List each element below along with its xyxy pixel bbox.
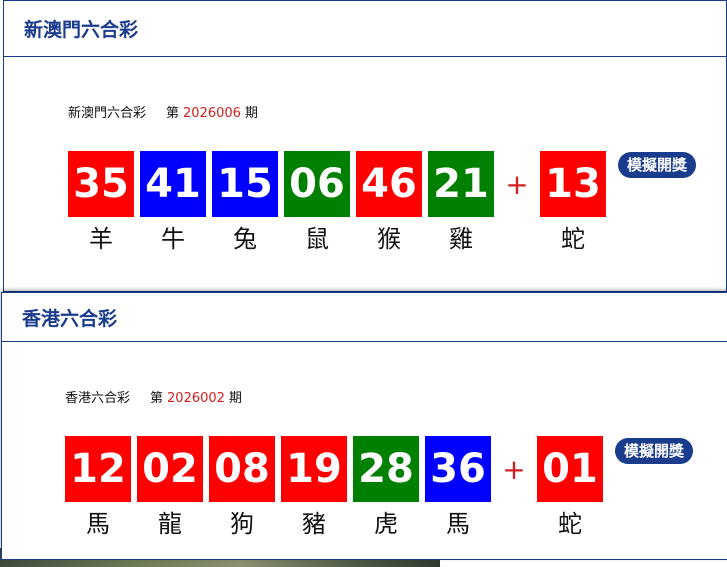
ball-number: 12	[65, 436, 131, 502]
ball-number: 19	[281, 436, 347, 502]
ball-number: 21	[428, 151, 494, 217]
simulate-draw-button[interactable]: 模擬開獎	[615, 438, 694, 464]
special-ball-number: 13	[540, 151, 606, 217]
issue-prefix: 第	[150, 391, 164, 406]
ball-number: 15	[212, 151, 278, 217]
ball-item: 36 馬	[425, 436, 491, 539]
ball-item: 12 馬	[65, 436, 131, 539]
issue-prefix: 第	[166, 106, 180, 121]
ball-item: 06 鼠	[284, 151, 350, 254]
panel-title: 香港六合彩	[22, 307, 118, 330]
ball-zodiac: 虎	[374, 510, 398, 538]
ball-number: 41	[140, 151, 206, 217]
ball-zodiac: 狗	[230, 510, 254, 538]
ball-zodiac: 雞	[449, 225, 473, 253]
ball-zodiac: 馬	[86, 510, 110, 538]
ball-number: 08	[209, 436, 275, 502]
macau-lottery-panel: 新澳門六合彩 新澳門六合彩 第 2026006 期 35 羊 41 牛 15 兔…	[3, 0, 727, 292]
special-ball-item: 01 蛇	[537, 436, 603, 539]
draw-info: 香港六合彩 第 2026002 期	[65, 387, 242, 406]
ball-number: 35	[68, 151, 134, 217]
panel-title: 新澳門六合彩	[24, 19, 139, 41]
ball-zodiac: 羊	[89, 225, 113, 253]
special-ball-item: 13 蛇	[540, 151, 606, 254]
draw-label: 香港六合彩	[65, 391, 131, 406]
plus-sign: +	[505, 167, 529, 201]
issue-suffix: 期	[244, 106, 258, 121]
hongkong-lottery-panel: 香港六合彩 香港六合彩 第 2026002 期 12 馬 02 龍 08 狗 1…	[1, 292, 727, 560]
ball-zodiac: 牛	[161, 225, 185, 253]
issue-suffix: 期	[228, 391, 242, 406]
issue-number: 2026006	[183, 106, 241, 121]
special-ball-zodiac: 蛇	[558, 510, 582, 538]
ball-zodiac: 鼠	[305, 225, 329, 253]
ball-row: 12 馬 02 龍 08 狗 19 豬 28 虎 36 馬 + 01 蛇	[65, 436, 609, 539]
ball-item: 02 龍	[137, 436, 203, 539]
ball-number: 46	[356, 151, 422, 217]
draw-info: 新澳門六合彩 第 2026006 期	[68, 102, 258, 121]
ball-item: 35 羊	[68, 151, 134, 254]
panel-header: 香港六合彩	[2, 293, 727, 342]
ball-number: 28	[353, 436, 419, 502]
ball-zodiac: 猴	[377, 225, 401, 253]
simulate-draw-button[interactable]: 模擬開獎	[618, 152, 697, 178]
ball-item: 46 猴	[356, 151, 422, 254]
ball-number: 02	[137, 436, 203, 502]
ball-zodiac: 兔	[233, 225, 257, 253]
ball-zodiac: 龍	[158, 510, 182, 538]
ball-item: 21 雞	[428, 151, 494, 254]
ball-zodiac: 馬	[446, 510, 470, 538]
ball-number: 06	[284, 151, 350, 217]
special-ball-number: 01	[537, 436, 603, 502]
plus-sign: +	[502, 452, 526, 486]
ball-item: 08 狗	[209, 436, 275, 539]
ball-item: 15 兔	[212, 151, 278, 254]
ball-item: 41 牛	[140, 151, 206, 254]
ball-zodiac: 豬	[302, 510, 326, 538]
ball-row: 35 羊 41 牛 15 兔 06 鼠 46 猴 21 雞 + 13 蛇	[68, 151, 612, 254]
draw-label: 新澳門六合彩	[68, 106, 147, 121]
special-ball-zodiac: 蛇	[561, 225, 585, 253]
ball-item: 28 虎	[353, 436, 419, 539]
panel-header: 新澳門六合彩	[4, 1, 726, 57]
ball-item: 19 豬	[281, 436, 347, 539]
ball-number: 36	[425, 436, 491, 502]
issue-number: 2026002	[167, 391, 225, 406]
